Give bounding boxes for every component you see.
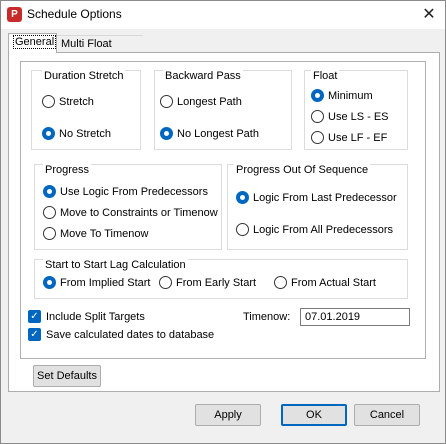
title-bar: P Schedule Options ✕	[1, 1, 445, 29]
radio-longest-path-indicator	[160, 95, 173, 108]
sts-lag-group: Start to Start Lag Calculation From Impl…	[34, 259, 408, 299]
progress-out-of-sequence-title: Progress Out Of Sequence	[234, 164, 371, 176]
checkbox-save-calculated-dates-label: Save calculated dates to database	[46, 328, 215, 341]
timenow-label: Timenow:	[243, 311, 291, 323]
radio-use-lf-ef-indicator	[311, 131, 324, 144]
radio-early-start-label: From Early Start	[176, 276, 257, 289]
radio-use-logic-from-predecessors[interactable]: Use Logic From Predecessors	[43, 185, 208, 198]
timenow-field[interactable]: 07.01.2019	[300, 308, 410, 326]
radio-minimum-label: Minimum	[328, 89, 373, 102]
radio-no-longest-path-label: No Longest Path	[177, 127, 259, 140]
radio-logic-last-indicator	[236, 191, 249, 204]
cancel-button[interactable]: Cancel	[354, 404, 420, 426]
radio-no-stretch[interactable]: No Stretch	[42, 127, 111, 140]
radio-logic-from-last-predecessor[interactable]: Logic From Last Predecessor	[236, 191, 397, 204]
radio-use-logic-indicator	[43, 185, 56, 198]
radio-stretch[interactable]: Stretch	[42, 95, 94, 108]
radio-early-start-indicator	[159, 276, 172, 289]
radio-logic-last-label: Logic From Last Predecessor	[253, 191, 397, 204]
backward-pass-group: Backward Pass Longest Path No Longest Pa…	[154, 70, 292, 150]
radio-no-longest-path[interactable]: No Longest Path	[160, 127, 259, 140]
check-icon: ✓	[28, 328, 41, 341]
check-icon: ✓	[28, 310, 41, 323]
radio-use-lf-ef-label: Use LF - EF	[328, 131, 388, 144]
radio-implied-start-indicator	[43, 276, 56, 289]
radio-longest-path-label: Longest Path	[177, 95, 242, 108]
radio-implied-start-label: From Implied Start	[60, 276, 151, 289]
radio-logic-all-indicator	[236, 223, 249, 236]
radio-move-to-timenow[interactable]: Move To Timenow	[43, 227, 148, 240]
backward-pass-title: Backward Pass	[163, 70, 243, 82]
tab-general[interactable]: General	[8, 33, 57, 53]
radio-no-longest-path-indicator	[160, 127, 173, 140]
schedule-options-dialog: P Schedule Options ✕ General Multi Float…	[0, 0, 446, 444]
checkbox-include-split-targets[interactable]: ✓ Include Split Targets	[28, 310, 145, 323]
radio-longest-path[interactable]: Longest Path	[160, 95, 242, 108]
apply-button[interactable]: Apply	[195, 404, 261, 426]
general-tab-page: Duration Stretch Stretch No Stretch Back…	[8, 52, 440, 392]
app-icon: P	[7, 7, 22, 22]
tab-multi-float-paths[interactable]: Multi Float Paths	[57, 35, 143, 67]
radio-move-to-constraints-label: Move to Constraints or Timenow	[60, 206, 218, 219]
radio-minimum-indicator	[311, 89, 324, 102]
radio-use-logic-label: Use Logic From Predecessors	[60, 185, 208, 198]
radio-from-implied-start[interactable]: From Implied Start	[43, 276, 150, 289]
radio-use-ls-es-label: Use LS - ES	[328, 110, 389, 123]
duration-stretch-group: Duration Stretch Stretch No Stretch	[31, 70, 141, 150]
set-defaults-button[interactable]: Set Defaults	[33, 365, 101, 387]
window-title: Schedule Options	[27, 7, 122, 21]
radio-minimum[interactable]: Minimum	[311, 89, 373, 102]
float-title: Float	[311, 70, 340, 82]
radio-no-stretch-indicator	[42, 127, 55, 140]
options-frame: Duration Stretch Stretch No Stretch Back…	[20, 61, 426, 359]
radio-use-ls-es[interactable]: Use LS - ES	[311, 110, 389, 123]
radio-no-stretch-label: No Stretch	[59, 127, 111, 140]
sts-lag-title: Start to Start Lag Calculation	[43, 259, 188, 271]
progress-out-of-sequence-group: Progress Out Of Sequence Logic From Last…	[227, 164, 408, 250]
checkbox-include-split-targets-label: Include Split Targets	[46, 310, 145, 323]
checkbox-save-calculated-dates[interactable]: ✓ Save calculated dates to database	[28, 328, 214, 341]
radio-move-to-timenow-indicator	[43, 227, 56, 240]
radio-move-to-constraints-indicator	[43, 206, 56, 219]
close-icon[interactable]: ✕	[419, 5, 439, 25]
float-group: Float Minimum Use LS - ES Use LF - EF	[304, 70, 408, 150]
radio-move-to-timenow-label: Move To Timenow	[60, 227, 149, 240]
radio-from-early-start[interactable]: From Early Start	[159, 276, 256, 289]
radio-stretch-label: Stretch	[59, 95, 94, 108]
radio-stretch-indicator	[42, 95, 55, 108]
tab-general-label: General	[13, 35, 57, 49]
radio-actual-start-label: From Actual Start	[291, 276, 376, 289]
radio-logic-all-label: Logic From All Predecessors	[253, 223, 393, 236]
progress-group: Progress Use Logic From Predecessors Mov…	[34, 164, 222, 250]
radio-use-ls-es-indicator	[311, 110, 324, 123]
radio-from-actual-start[interactable]: From Actual Start	[274, 276, 376, 289]
radio-logic-from-all-predecessors[interactable]: Logic From All Predecessors	[236, 223, 393, 236]
radio-use-lf-ef[interactable]: Use LF - EF	[311, 131, 387, 144]
radio-actual-start-indicator	[274, 276, 287, 289]
radio-move-to-constraints[interactable]: Move to Constraints or Timenow	[43, 206, 218, 219]
progress-title: Progress	[43, 164, 92, 176]
ok-button[interactable]: OK	[281, 404, 347, 426]
duration-stretch-title: Duration Stretch	[42, 70, 126, 82]
